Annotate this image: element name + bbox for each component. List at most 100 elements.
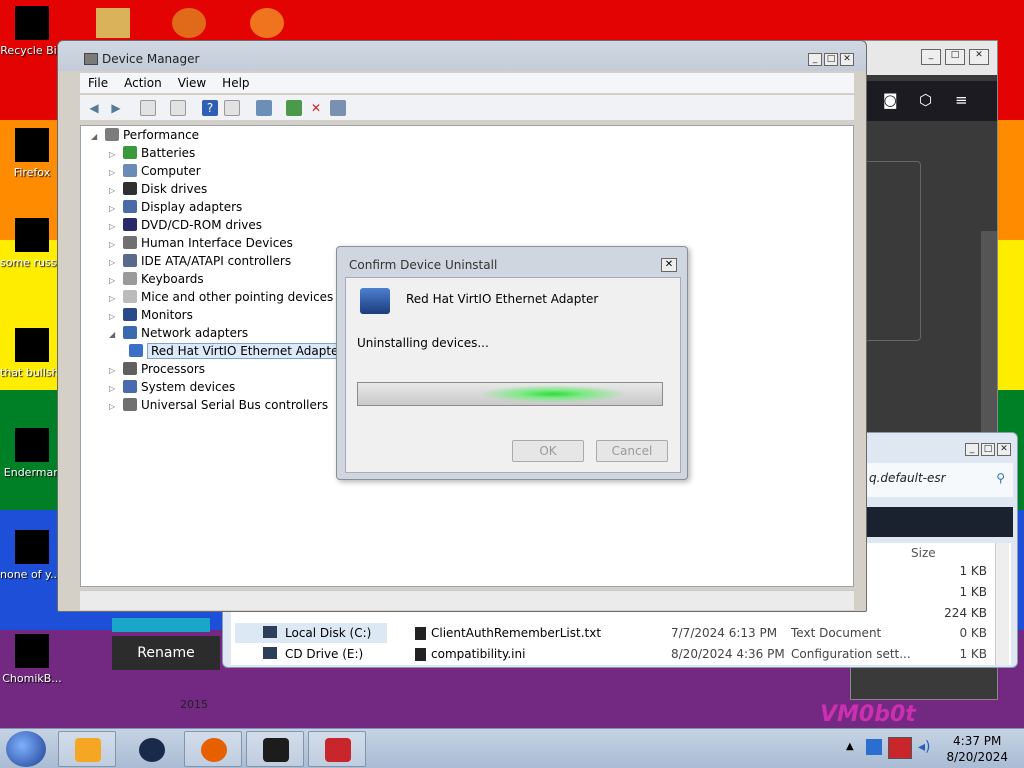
desktop-icon-some-russ-ran-a-rat[interactable]: some russ... ran a rat bbox=[0, 218, 64, 270]
desktop-icon-enderman[interactable]: Enderman bbox=[0, 428, 64, 480]
help-icon[interactable]: ? bbox=[202, 100, 218, 116]
tree-item-processors[interactable]: ▷ Processors bbox=[109, 360, 205, 378]
taskbar-drive[interactable] bbox=[246, 731, 304, 767]
tree-item-universal-serial-bus-controllers[interactable]: ▷ Universal Serial Bus controllers bbox=[109, 396, 328, 414]
tree-item-label: Universal Serial Bus controllers bbox=[141, 398, 329, 412]
tree-item-label: IDE ATA/ATAPI controllers bbox=[141, 254, 292, 268]
console-icon[interactable] bbox=[224, 100, 240, 116]
taskbar-browser[interactable] bbox=[122, 731, 180, 767]
minimize-icon[interactable]: _ bbox=[921, 49, 941, 65]
desktop-icon-firefox[interactable]: Firefox bbox=[0, 128, 64, 180]
show-hidden-icons[interactable]: ▲ bbox=[846, 741, 854, 752]
size-value: 224 KB bbox=[944, 606, 987, 620]
search-icon[interactable]: ⚲ bbox=[996, 471, 1005, 485]
cancel-button[interactable]: Cancel bbox=[596, 440, 668, 462]
properties-icon[interactable] bbox=[170, 100, 186, 116]
taskbar-firefox[interactable] bbox=[184, 731, 242, 767]
tree-item-label: System devices bbox=[141, 380, 236, 394]
app-icon[interactable] bbox=[250, 8, 284, 38]
tree-item-monitors[interactable]: ▷ Monitors bbox=[109, 306, 193, 324]
text-file-icon bbox=[15, 218, 49, 252]
extensions-icon[interactable]: ⬡ bbox=[919, 91, 932, 109]
menu-action[interactable]: Action bbox=[116, 73, 170, 93]
menu-view[interactable]: View bbox=[170, 73, 214, 93]
file-row[interactable]: ClientAuthRememberList.txt 7/7/2024 6:13 … bbox=[231, 623, 1011, 643]
tree-item-system-devices[interactable]: ▷ System devices bbox=[109, 378, 235, 396]
browser-icon[interactable] bbox=[172, 8, 206, 38]
tree-item-disk-drives[interactable]: ▷ Disk drives bbox=[109, 180, 207, 198]
minimize-icon[interactable]: _ bbox=[808, 53, 822, 66]
desktop: Recycle Bin Firefox some russ... ran a rat… bbox=[0, 0, 1024, 768]
file-row[interactable]: compatibility.ini 8/20/2024 4:36 PM Config… bbox=[231, 644, 1011, 664]
uninstall-icon[interactable]: ✕ bbox=[308, 100, 324, 116]
browser-globe-icon bbox=[139, 738, 165, 762]
tree-item-computer[interactable]: ▷ Computer bbox=[109, 162, 201, 180]
menu-help[interactable]: Help bbox=[214, 73, 257, 93]
confirm-uninstall-dialog[interactable]: Confirm Device Uninstall ✕ Red Hat VirtI… bbox=[336, 246, 688, 480]
tree-item-batteries[interactable]: ▷ Batteries bbox=[109, 144, 195, 162]
collapse-icon[interactable]: ◢ bbox=[91, 128, 101, 146]
menu-file[interactable]: File bbox=[80, 73, 116, 93]
titlebar[interactable]: Device Manager bbox=[58, 41, 866, 71]
tree-item-human-interface-devices[interactable]: ▷ Human Interface Devices bbox=[109, 234, 293, 252]
tree-item-keyboards[interactable]: ▷ Keyboards bbox=[109, 270, 204, 288]
maximize-icon[interactable]: □ bbox=[945, 49, 965, 65]
close-icon[interactable]: ✕ bbox=[840, 53, 854, 66]
start-button[interactable] bbox=[6, 731, 46, 767]
close-icon[interactable]: ✕ bbox=[661, 258, 677, 272]
desktop-icon-that-bullsh[interactable]: that bullsh... bbox=[0, 328, 64, 380]
desktop-icon-recycle-bin[interactable]: Recycle Bin bbox=[0, 6, 64, 58]
tree-root[interactable]: ◢ Performance bbox=[91, 126, 199, 144]
folder-icon[interactable] bbox=[96, 8, 130, 38]
taskbar-device-manager[interactable] bbox=[308, 731, 366, 767]
shortcut-icon bbox=[15, 328, 49, 362]
device-tray-icon[interactable] bbox=[888, 737, 912, 759]
pocket-icon[interactable]: ◙ bbox=[883, 91, 898, 109]
ok-button[interactable]: OK bbox=[512, 440, 584, 462]
volume-icon[interactable]: ◂) bbox=[918, 739, 934, 755]
close-icon[interactable]: ✕ bbox=[969, 49, 989, 65]
taskbar-media-player[interactable] bbox=[58, 731, 116, 767]
collapse-icon[interactable]: ◢ bbox=[109, 326, 119, 344]
minimize-icon[interactable]: _ bbox=[965, 443, 979, 456]
size-column-header[interactable]: Size bbox=[911, 543, 936, 563]
menu-icon[interactable]: ≡ bbox=[955, 91, 968, 109]
expand-icon[interactable]: ▷ bbox=[109, 398, 119, 416]
network-icon[interactable] bbox=[866, 739, 882, 755]
command-bar bbox=[863, 507, 1013, 537]
file-type: Text Document bbox=[791, 626, 882, 640]
maximize-icon[interactable]: □ bbox=[824, 53, 838, 66]
tree-item-display-adapters[interactable]: ▷ Display adapters bbox=[109, 198, 242, 216]
update-driver-icon[interactable] bbox=[286, 100, 302, 116]
desktop-icon-label: some russ... ran a rat bbox=[0, 256, 64, 269]
disable-icon[interactable] bbox=[330, 100, 346, 116]
desktop-icon-label: ChomikB... bbox=[2, 672, 62, 685]
maximize-icon[interactable]: □ bbox=[981, 443, 995, 456]
file-size: 0 KB bbox=[959, 626, 987, 640]
firefox-toolbar: ◙ ⬡ ≡ bbox=[851, 81, 997, 121]
desktop-icon-none-of-y-retards-kn[interactable]: none of y... retards kn... bbox=[0, 530, 64, 582]
firefox-icon bbox=[15, 128, 49, 162]
keyboard-icon bbox=[123, 272, 137, 285]
scrollbar[interactable] bbox=[981, 231, 997, 441]
tree-item-label: DVD/CD-ROM drives bbox=[141, 218, 263, 232]
menu-bar: File Action View Help bbox=[80, 73, 854, 93]
address-bar[interactable]: q.default-esr ⚲ bbox=[863, 463, 1013, 497]
tree-item-label: Display adapters bbox=[141, 200, 243, 214]
forward-icon[interactable]: ▶ bbox=[108, 100, 124, 116]
tree-item-ide-ata-atapi-controllers[interactable]: ▷ IDE ATA/ATAPI controllers bbox=[109, 252, 291, 270]
scan-hardware-icon[interactable] bbox=[256, 100, 272, 116]
show-hide-tree-icon[interactable] bbox=[140, 100, 156, 116]
tree-item-network-adapters[interactable]: ◢ Network adapters bbox=[109, 324, 248, 342]
tree-item-label: Mice and other pointing devices bbox=[141, 290, 334, 304]
progress-bar bbox=[357, 382, 663, 406]
tree-item-mice-and-other-pointing-devices[interactable]: ▷ Mice and other pointing devices bbox=[109, 288, 333, 306]
scrollbar[interactable] bbox=[995, 543, 1009, 665]
tree-item-red-hat-virtio-ethernet-adapter[interactable]: Red Hat VirtIO Ethernet Adapter bbox=[125, 342, 348, 360]
desktop-icon-chomikb[interactable]: ChomikB... bbox=[0, 634, 64, 686]
back-icon[interactable]: ◀ bbox=[86, 100, 102, 116]
clock[interactable]: 4:37 PM 8/20/2024 bbox=[946, 733, 1008, 765]
tree-item-dvd-cd-rom-drives[interactable]: ▷ DVD/CD-ROM drives bbox=[109, 216, 262, 234]
close-icon[interactable]: ✕ bbox=[997, 443, 1011, 456]
rename-button[interactable]: Rename bbox=[112, 636, 220, 670]
